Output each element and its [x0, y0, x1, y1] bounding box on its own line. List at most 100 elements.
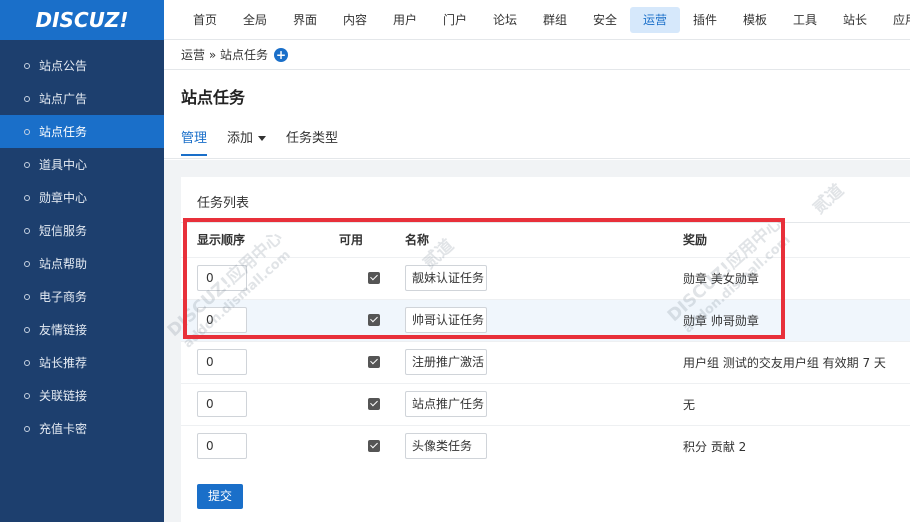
- reward-text: 积分 贡献 2: [683, 424, 910, 467]
- sidebar-menu: 站点公告 站点广告 站点任务 道具中心 勋章中心 短信服务 站点帮助 电子商务 …: [0, 40, 164, 445]
- tab-add[interactable]: 添加: [227, 127, 267, 156]
- sidebar-item-label: 站点广告: [39, 92, 88, 106]
- bullet-icon: [24, 194, 30, 201]
- task-name-input[interactable]: 头像类任务: [405, 433, 487, 460]
- order-input[interactable]: 0: [197, 349, 247, 375]
- header-name: 名称: [405, 233, 430, 248]
- bullet-icon: [24, 392, 30, 399]
- sidebar-item-label: 道具中心: [39, 158, 88, 172]
- sidebar-item-admin-recommend[interactable]: 站长推荐: [0, 346, 164, 379]
- sidebar-item-site-ads[interactable]: 站点广告: [0, 82, 164, 115]
- sidebar-item-props-center[interactable]: 道具中心: [0, 148, 164, 181]
- nav-tools[interactable]: 工具: [780, 7, 830, 33]
- order-input[interactable]: 0: [197, 391, 247, 417]
- nav-interface[interactable]: 界面: [280, 7, 330, 33]
- submit-button[interactable]: 提交: [197, 484, 243, 509]
- nav-apps[interactable]: 应用: [880, 7, 910, 33]
- sidebar-item-label: 勋章中心: [39, 191, 88, 205]
- header-reward: 奖励: [683, 233, 708, 248]
- nav-content[interactable]: 内容: [330, 7, 380, 33]
- header-enabled: 可用: [339, 233, 364, 248]
- task-name-input[interactable]: 帅哥认证任务: [405, 307, 487, 333]
- bullet-icon: [24, 359, 30, 366]
- sidebar-item-label: 站点帮助: [39, 257, 88, 271]
- nav-webmaster[interactable]: 站长: [830, 7, 880, 33]
- sidebar-item-label: 短信服务: [39, 224, 88, 238]
- sidebar-item-friend-links[interactable]: 友情链接: [0, 313, 164, 346]
- sidebar-item-medal-center[interactable]: 勋章中心: [0, 181, 164, 214]
- nav-security[interactable]: 安全: [580, 7, 630, 33]
- sidebar-item-site-tasks[interactable]: 站点任务: [0, 115, 164, 148]
- bullet-icon: [24, 227, 30, 234]
- sidebar-item-sms-service[interactable]: 短信服务: [0, 214, 164, 247]
- tab-add-label: 添加: [227, 131, 254, 146]
- nav-plugins[interactable]: 插件: [680, 7, 730, 33]
- reward-text: 勋章 帅哥勋章: [683, 298, 910, 341]
- table-row: 0 帅哥认证任务 勋章 帅哥勋章: [181, 298, 910, 341]
- order-input[interactable]: 0: [197, 433, 247, 460]
- bullet-icon: [24, 62, 30, 69]
- nav-portal[interactable]: 门户: [430, 7, 480, 33]
- task-list-panel: 任务列表 显示顺序 可用 名称 奖励 0 靓妹认证任务 勋章 美女勋章 0 帅哥…: [181, 177, 910, 522]
- nav-users[interactable]: 用户: [380, 7, 430, 33]
- table-row: 0 注册推广激活 用户组 测试的交友用户组 有效期 7 天: [181, 340, 910, 383]
- sidebar-item-label: 关联链接: [39, 389, 88, 403]
- bullet-icon: [24, 161, 30, 168]
- content-area: 任务列表 显示顺序 可用 名称 奖励 0 靓妹认证任务 勋章 美女勋章 0 帅哥…: [164, 160, 910, 522]
- reward-text: 用户组 测试的交友用户组 有效期 7 天: [683, 340, 910, 383]
- sidebar-item-label: 站点公告: [39, 59, 88, 73]
- reward-text: 勋章 美女勋章: [683, 256, 910, 299]
- nav-forum[interactable]: 论坛: [480, 7, 530, 33]
- sidebar-item-label: 站长推荐: [39, 356, 88, 370]
- task-name-input[interactable]: 靓妹认证任务: [405, 265, 487, 291]
- enabled-checkbox[interactable]: [368, 356, 380, 368]
- reward-text: 无: [683, 382, 910, 425]
- nav-home[interactable]: 首页: [180, 7, 230, 33]
- task-name-input[interactable]: 注册推广激活: [405, 349, 487, 375]
- breadcrumb-text: 运营 » 站点任务: [181, 48, 268, 62]
- sidebar-item-label: 电子商务: [39, 290, 88, 304]
- order-input[interactable]: 0: [197, 307, 247, 333]
- sidebar-item-site-help[interactable]: 站点帮助: [0, 247, 164, 280]
- tab-task-types[interactable]: 任务类型: [286, 127, 338, 156]
- table-header-row: 显示顺序 可用 名称 奖励: [181, 223, 910, 257]
- enabled-checkbox[interactable]: [368, 440, 380, 453]
- sidebar: DISCUZ! 站点公告 站点广告 站点任务 道具中心 勋章中心 短信服务 站点…: [0, 0, 164, 522]
- nav-templates[interactable]: 模板: [730, 7, 780, 33]
- discuz-logo[interactable]: DISCUZ!: [36, 8, 129, 32]
- bullet-icon: [24, 128, 30, 135]
- task-name-input[interactable]: 站点推广任务: [405, 391, 487, 417]
- sidebar-item-label: 站点任务: [39, 125, 88, 139]
- page-title: 站点任务: [181, 88, 246, 107]
- nav-global[interactable]: 全局: [230, 7, 280, 33]
- enabled-checkbox[interactable]: [368, 314, 380, 326]
- panel-title: 任务列表: [197, 196, 250, 211]
- page-header: 站点任务 管理 添加 任务类型: [164, 71, 910, 159]
- table-row: 0 站点推广任务 无: [181, 382, 910, 425]
- nav-groups[interactable]: 群组: [530, 7, 580, 33]
- bullet-icon: [24, 95, 30, 102]
- enabled-checkbox[interactable]: [368, 272, 380, 284]
- tab-bar: 管理 添加 任务类型: [181, 127, 358, 156]
- tab-manage[interactable]: 管理: [181, 127, 208, 156]
- enabled-checkbox[interactable]: [368, 398, 380, 410]
- breadcrumb: 运营 » 站点任务 +: [164, 40, 910, 70]
- order-input[interactable]: 0: [197, 265, 247, 291]
- add-shortcut-icon[interactable]: +: [273, 47, 288, 62]
- header-order: 显示顺序: [197, 233, 246, 248]
- sidebar-item-ecommerce[interactable]: 电子商务: [0, 280, 164, 313]
- caret-down-icon: [258, 136, 267, 141]
- sidebar-item-site-announcement[interactable]: 站点公告: [0, 49, 164, 82]
- logo-area[interactable]: DISCUZ!: [0, 0, 164, 40]
- nav-operations[interactable]: 运营: [630, 6, 680, 33]
- sidebar-item-related-links[interactable]: 关联链接: [0, 379, 164, 412]
- bullet-icon: [24, 326, 30, 333]
- sidebar-item-label: 友情链接: [39, 323, 88, 337]
- table-row: 0 头像类任务 积分 贡献 2: [181, 424, 910, 467]
- bullet-icon: [24, 293, 30, 300]
- top-nav: 首页 全局 界面 内容 用户 门户 论坛 群组 安全 运营 插件 模板 工具 站…: [164, 0, 910, 40]
- bullet-icon: [24, 260, 30, 267]
- bullet-icon: [24, 425, 30, 432]
- table-row: 0 靓妹认证任务 勋章 美女勋章: [181, 256, 910, 299]
- sidebar-item-recharge-cards[interactable]: 充值卡密: [0, 412, 164, 445]
